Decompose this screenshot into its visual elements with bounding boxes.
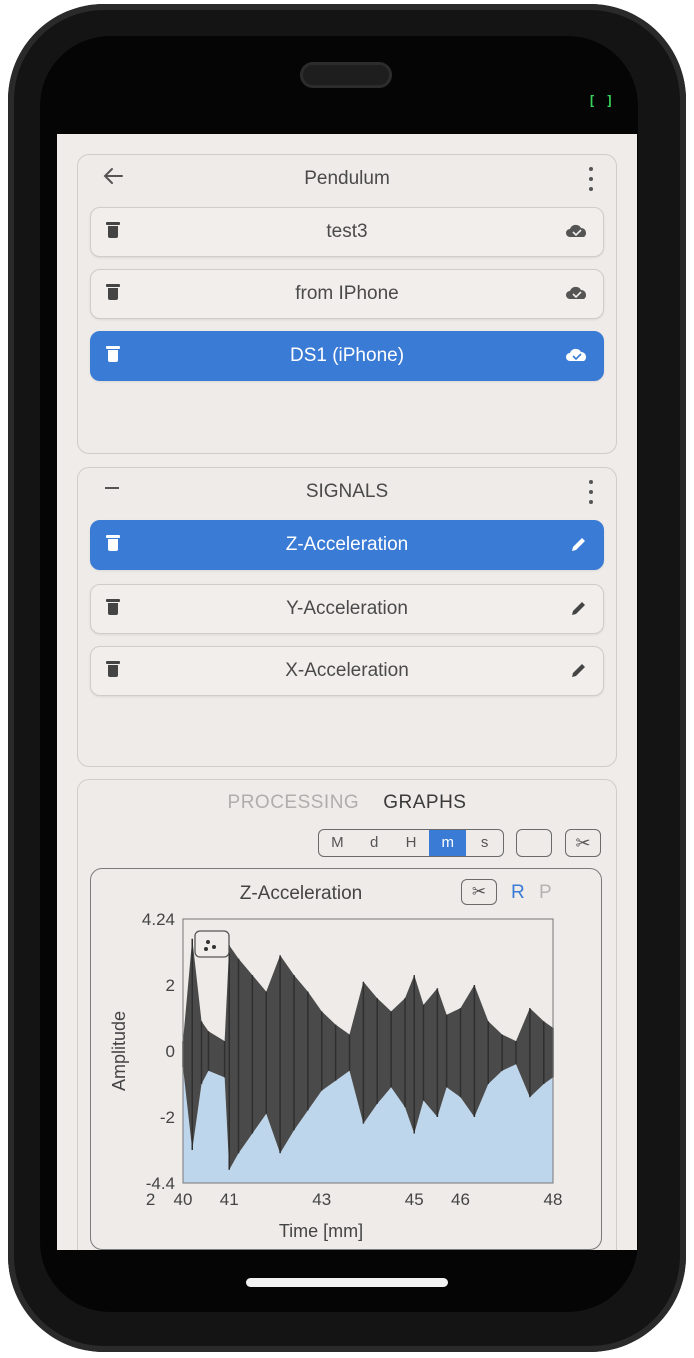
analysis-panel: PROCESSING GRAPHS M d H m s ✂ Z-Accelerat… xyxy=(77,779,617,1250)
dataset-label: from IPhone xyxy=(295,283,399,304)
graph-r-toggle[interactable]: R xyxy=(511,882,525,904)
signal-chart[interactable]: 4.2420-2-4.42 40 41 43 45 46 48 Amplitude Time… xyxy=(91,909,597,1249)
time-unit-month[interactable]: M xyxy=(319,830,356,856)
y-tick-label: 4.24 xyxy=(142,910,175,929)
dataset-row-ds1-iphone[interactable]: DS1 (iPhone) xyxy=(90,331,604,381)
graph-p-toggle[interactable]: P xyxy=(539,882,552,904)
graph-title: Z-Acceleration xyxy=(239,883,363,904)
x-tick-label: 48 xyxy=(544,1190,563,1209)
project-header: Pendulum xyxy=(78,155,616,205)
tab-processing[interactable]: PROCESSING xyxy=(228,792,360,814)
panel-tabs: PROCESSING GRAPHS xyxy=(78,792,616,814)
dataset-label: DS1 (iPhone) xyxy=(289,345,405,366)
y-tick-label: -2 xyxy=(160,1108,175,1127)
tab-graphs[interactable]: GRAPHS xyxy=(383,792,466,814)
cloud-check-icon xyxy=(566,224,586,237)
signals-card: SIGNALS Z-Acceleration Y-Acceleration X-… xyxy=(77,467,617,767)
signal-row-z[interactable]: Z-Acceleration xyxy=(90,520,604,570)
signals-header: SIGNALS xyxy=(78,468,616,518)
time-unit-day[interactable]: d xyxy=(356,830,393,856)
project-menu-icon[interactable] xyxy=(588,167,594,191)
app-screen: Pendulum test3 from IPhone DS1 (iPhone) … xyxy=(57,134,637,1250)
project-title: Pendulum xyxy=(304,168,390,189)
signal-row-x[interactable]: X-Acceleration xyxy=(90,646,604,696)
project-card: Pendulum test3 from IPhone DS1 (iPhone) xyxy=(77,154,617,454)
pencil-icon[interactable] xyxy=(569,598,589,618)
x-axis-label: Time [mm] xyxy=(279,1221,363,1241)
x-tick-label: 43 xyxy=(312,1190,331,1209)
home-indicator[interactable] xyxy=(246,1278,448,1287)
signal-row-y[interactable]: Y-Acceleration xyxy=(90,584,604,634)
earpiece xyxy=(300,62,392,88)
camera-indicator-icon: [ ] xyxy=(588,94,615,109)
time-unit-second[interactable]: s xyxy=(466,830,503,856)
signal-label: Z-Acceleration xyxy=(285,534,409,555)
x-tick-label: 2 xyxy=(146,1190,155,1209)
scatter-toggle-icon[interactable] xyxy=(194,930,230,958)
scissors-icon[interactable]: ✂ xyxy=(565,829,601,857)
x-tick-label: 46 xyxy=(451,1190,470,1209)
time-unit-hour[interactable]: H xyxy=(393,830,430,856)
y-tick-label: 2 xyxy=(166,976,175,995)
blank-toggle-button[interactable] xyxy=(516,829,552,857)
dataset-row-test3[interactable]: test3 xyxy=(90,207,604,257)
dataset-row-from-iphone[interactable]: from IPhone xyxy=(90,269,604,319)
x-tick-label: 45 xyxy=(405,1190,424,1209)
x-tick-label: 40 xyxy=(174,1190,193,1209)
y-axis-label: Amplitude xyxy=(109,1011,129,1091)
y-tick-label: 0 xyxy=(166,1042,175,1061)
time-unit-selector: M d H m s xyxy=(318,829,504,857)
signal-label: X-Acceleration xyxy=(285,660,409,681)
signals-menu-icon[interactable] xyxy=(588,480,594,504)
signals-title: SIGNALS xyxy=(305,481,389,502)
graph-card: Z-Acceleration ✂ R P 4.24 2 0 -2 -4.4 2 40 41 43… xyxy=(90,868,602,1250)
time-unit-minute[interactable]: m xyxy=(429,830,467,856)
graph-scissors-icon[interactable]: ✂ xyxy=(461,879,497,905)
x-tick-label: 41 xyxy=(220,1190,239,1209)
dataset-label: test3 xyxy=(326,221,368,242)
signal-label: Y-Acceleration xyxy=(286,598,408,619)
cloud-check-icon xyxy=(566,348,586,361)
cloud-check-icon xyxy=(566,286,586,299)
pencil-icon[interactable] xyxy=(569,534,589,554)
pencil-icon[interactable] xyxy=(569,660,589,680)
